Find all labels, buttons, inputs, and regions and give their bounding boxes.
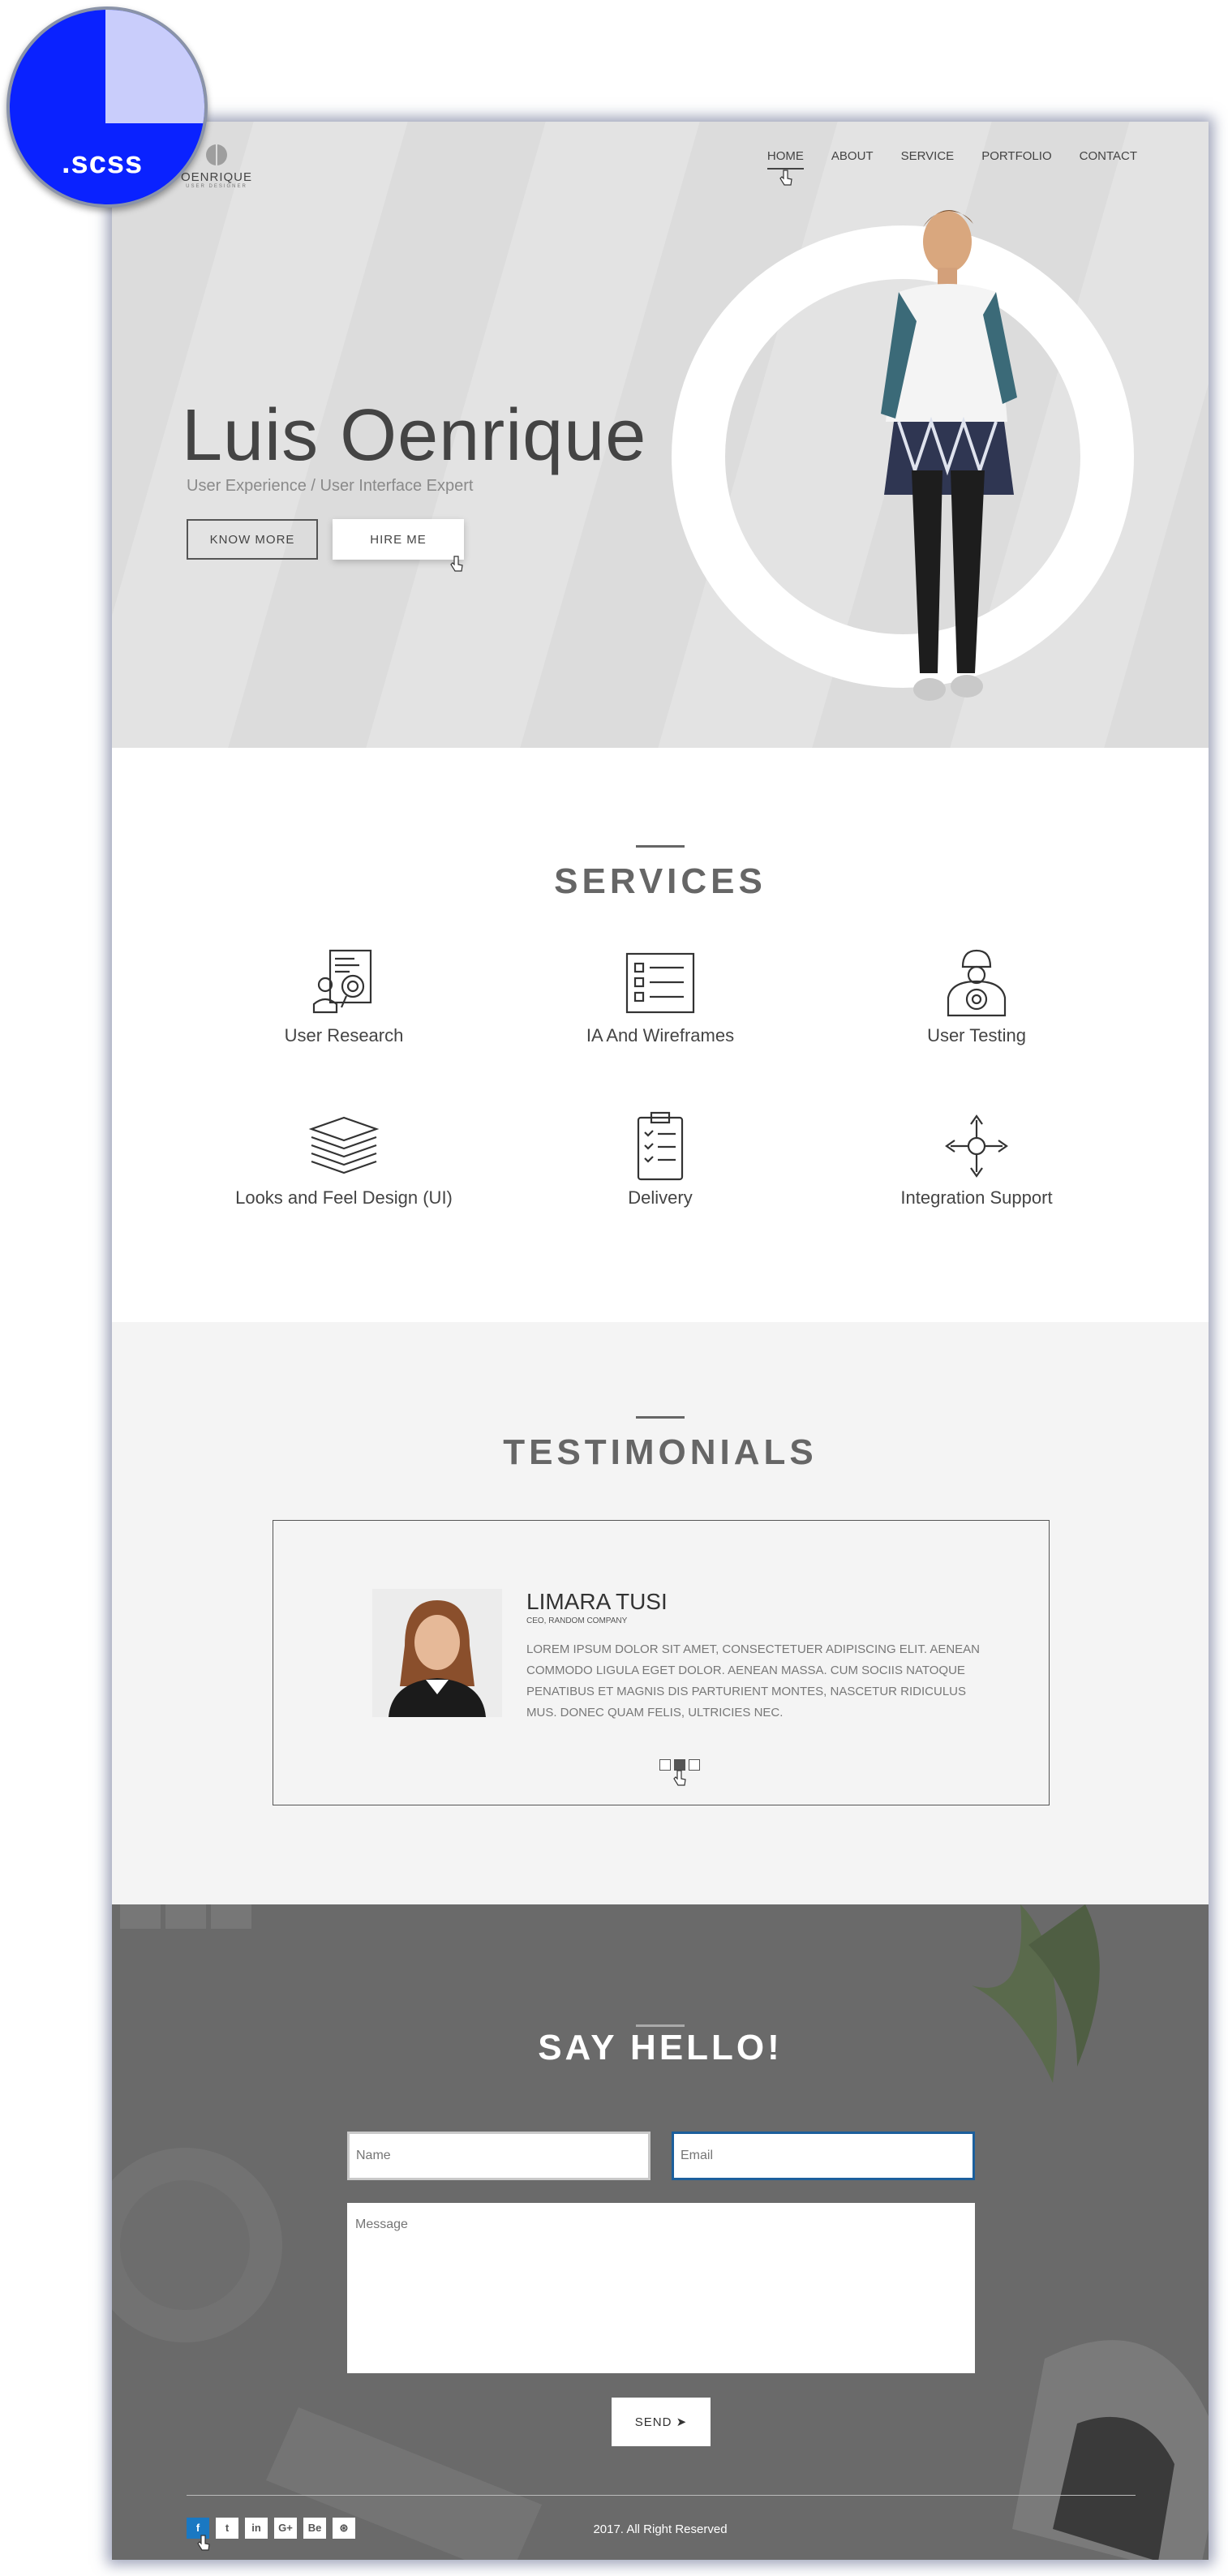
message-field[interactable] [347, 2203, 975, 2373]
testimonial-role: CEO, RANDOM COMPANY [526, 1616, 628, 1625]
copyright-text: 2017. All Right Reserved [593, 2522, 728, 2536]
contact-divider [636, 2024, 685, 2027]
testimonial-text: LOREM IPSUM DOLOR SIT AMET, CONSECTETUER… [526, 1642, 981, 1719]
logo-mark-icon [206, 144, 227, 165]
main-nav: HOME ABOUT SERVICE PORTFOLIO CONTACT [766, 149, 1137, 170]
hand-cursor-icon [197, 2535, 210, 2551]
testimonials-title: TESTIMONIALS [503, 1432, 818, 1472]
hire-me-button[interactable]: HIRE ME [333, 519, 464, 560]
service-label: Looks and Feel Design (UI) [235, 1187, 453, 1208]
nav-home[interactable]: HOME [766, 149, 804, 170]
contact-section: SAY HELLO! SEND ➤ f t in G+ Be ⊛ 2017. A… [112, 1904, 1209, 2560]
name-field[interactable] [347, 2132, 650, 2180]
email-field[interactable] [672, 2132, 975, 2180]
service-label: User Research [284, 1025, 404, 1045]
hero-subtitle: User Experience / User Interface Expert [187, 477, 474, 495]
integration-icon [945, 1114, 1008, 1178]
testimonial-card: LIMARA TUSI CEO, RANDOM COMPANY LOREM IP… [273, 1520, 1050, 1805]
know-more-button[interactable]: KNOW MORE [187, 519, 318, 560]
service-label: IA And Wireframes [586, 1025, 735, 1045]
user-research-icon [312, 949, 372, 1014]
contact-title: SAY HELLO! [538, 2028, 783, 2067]
hand-cursor-icon [450, 556, 463, 572]
testimonials-divider [636, 1416, 685, 1419]
service-label: Delivery [628, 1187, 693, 1208]
logo-name: OENRIQUE [180, 170, 252, 184]
scss-badge: .scss [6, 6, 208, 208]
service-user-research: User Research [222, 947, 466, 1046]
services-divider [636, 845, 685, 848]
carousel-dot[interactable] [659, 1759, 671, 1771]
nav-portfolio[interactable]: PORTFOLIO [981, 149, 1051, 170]
testimonials-section: TESTIMONIALS LIMARA TUSI CEO, RANDOM COM… [112, 1322, 1209, 1904]
service-ui-design: Looks and Feel Design (UI) [222, 1110, 466, 1209]
nav-contact[interactable]: CONTACT [1080, 149, 1137, 170]
logo-tagline: USER DESIGNER [186, 184, 247, 189]
services-section: SERVICES User Research IA And Wireframes… [112, 748, 1209, 1322]
testimonial-avatar [372, 1589, 502, 1717]
nav-service[interactable]: SERVICE [901, 149, 955, 170]
user-testing-icon [947, 949, 1007, 1017]
service-label: Integration Support [900, 1187, 1053, 1208]
service-label: User Testing [927, 1025, 1026, 1045]
wireframe-icon [625, 952, 695, 1014]
service-user-testing: User Testing [855, 947, 1098, 1046]
nav-about[interactable]: ABOUT [831, 149, 874, 170]
hand-cursor-icon [673, 1770, 686, 1786]
service-delivery: Delivery [539, 1110, 782, 1209]
hero-person-image [881, 209, 1017, 701]
hand-cursor-icon [779, 170, 792, 186]
testimonial-name: LIMARA TUSI [526, 1589, 668, 1614]
send-button[interactable]: SEND ➤ [612, 2398, 711, 2446]
carousel-dot[interactable] [689, 1759, 700, 1771]
website-page: OENRIQUE USER DESIGNER HOME ABOUT SERVIC… [112, 122, 1209, 2560]
service-ia-wireframes: IA And Wireframes [539, 947, 782, 1046]
clipboard-icon [637, 1111, 684, 1181]
badge-quarter [105, 10, 204, 123]
services-title: SERVICES [554, 861, 766, 901]
layers-icon [308, 1116, 380, 1174]
hero-section: OENRIQUE USER DESIGNER HOME ABOUT SERVIC… [112, 122, 1209, 748]
badge-text: .scss [62, 146, 144, 180]
hero-title: Luis Oenrique [182, 395, 647, 476]
service-integration-support: Integration Support [855, 1110, 1098, 1209]
footer-divider [187, 2495, 1136, 2496]
